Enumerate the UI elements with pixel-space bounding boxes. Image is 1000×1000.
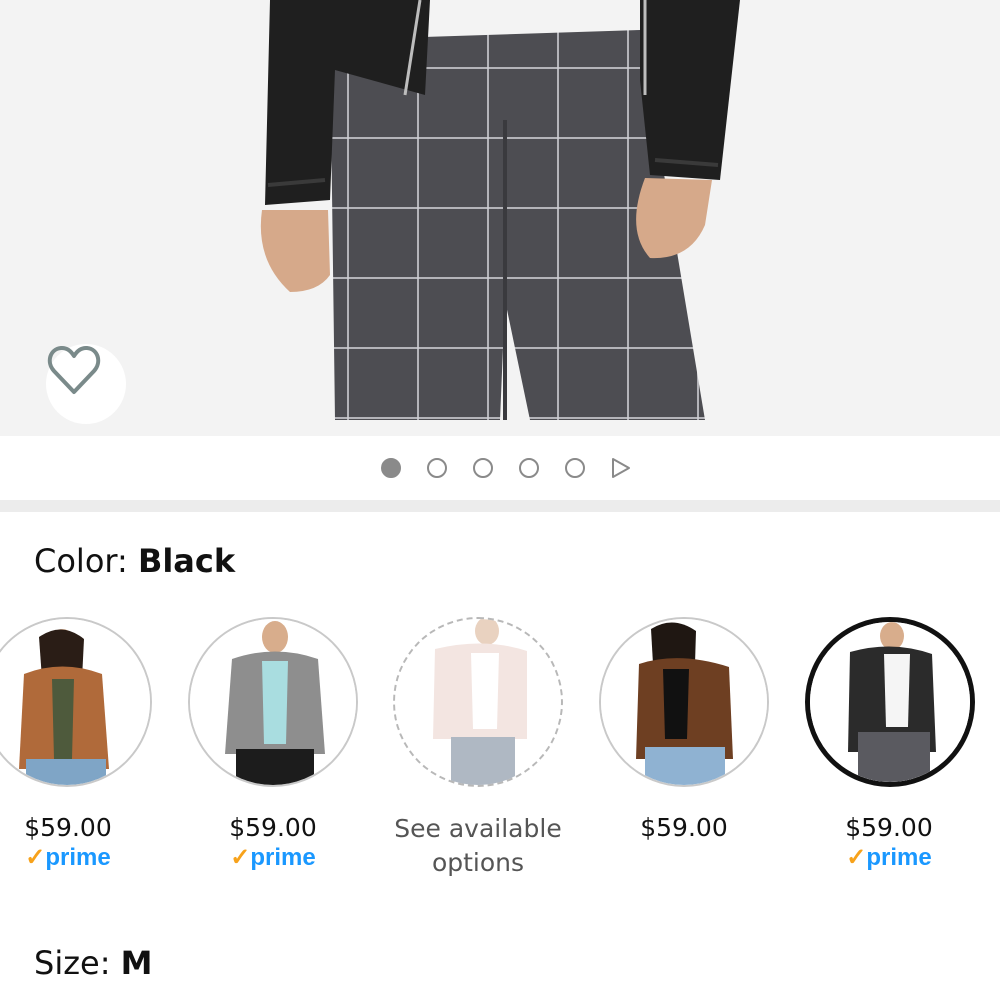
prime-badge: ✓prime: [25, 844, 111, 871]
prime-badge: ✓prime: [230, 844, 316, 871]
swatch-price: $59.00: [24, 813, 112, 842]
color-swatch-black[interactable]: [805, 617, 975, 787]
carousel-dot-2[interactable]: [427, 458, 447, 478]
see-options-text-2: options: [431, 848, 525, 877]
carousel-dot-3[interactable]: [473, 458, 493, 478]
color-swatch-cognac[interactable]: [0, 617, 152, 787]
carousel-indicator: [0, 436, 1000, 500]
swatch-price: $59.00: [845, 813, 933, 842]
product-photo: [260, 0, 740, 420]
swatch-info-cognac: $59.00 ✓prime: [0, 812, 168, 872]
selected-color: Black: [137, 542, 236, 580]
swatch-info-brown: $59.00: [584, 812, 784, 844]
play-icon[interactable]: [610, 457, 632, 479]
swatch-info-grey: $59.00 ✓prime: [173, 812, 373, 872]
product-image[interactable]: [0, 0, 1000, 436]
carousel-dot-1[interactable]: [381, 458, 401, 478]
prime-badge: ✓prime: [846, 844, 932, 871]
swatch-info-blush: See available options: [378, 812, 578, 880]
size-label: Size: M: [34, 944, 152, 982]
carousel-dot-4[interactable]: [519, 458, 539, 478]
swatch-image-grey: [190, 619, 356, 785]
swatch-image-brown: [601, 619, 767, 785]
swatch-info-black: $59.00 ✓prime: [789, 812, 989, 872]
color-label-prefix: Color:: [34, 542, 138, 580]
swatch-price: $59.00: [640, 813, 728, 842]
selected-size: M: [120, 944, 153, 982]
size-label-prefix: Size:: [34, 944, 121, 982]
color-swatch-blush[interactable]: [393, 617, 563, 787]
color-swatch-brown[interactable]: [599, 617, 769, 787]
swatch-image-blush: [395, 619, 561, 785]
color-swatch-grey[interactable]: [188, 617, 358, 787]
see-options-text: See available: [394, 814, 562, 843]
swatch-image-cognac: [0, 619, 150, 785]
carousel-dot-5[interactable]: [565, 458, 585, 478]
swatch-image-black: [810, 622, 970, 782]
wishlist-button[interactable]: [46, 344, 126, 424]
heart-outline-icon: [47, 345, 101, 394]
color-label: Color: Black: [34, 542, 235, 580]
swatch-price: $59.00: [229, 813, 317, 842]
section-divider: [0, 500, 1000, 512]
